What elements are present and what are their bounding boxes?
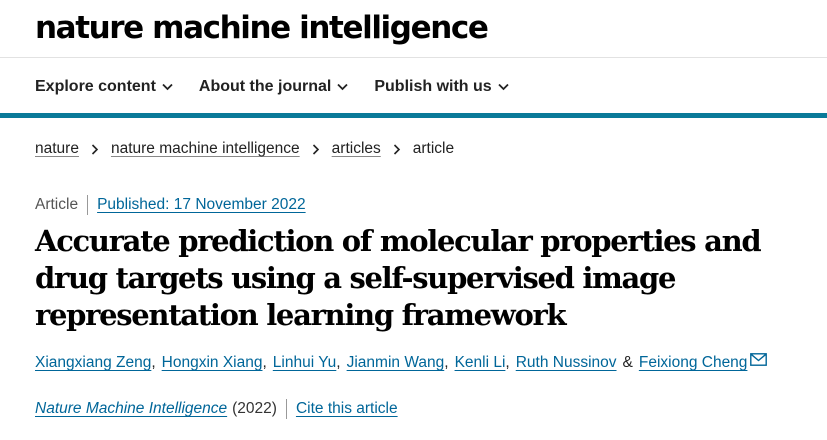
chevron-down-icon [337,83,348,91]
journal-link[interactable]: Nature Machine Intelligence [35,400,227,418]
author-link[interactable]: Xiangxiang Zeng [35,354,151,372]
site-logo[interactable]: nature machine intelligence [35,10,489,46]
published-date-link[interactable]: Published: 17 November 2022 [97,196,306,214]
author-separator: , [151,354,156,371]
author-link[interactable]: Jianmin Wang [347,354,445,372]
author-separator: , [444,354,449,371]
nav-explore-content[interactable]: Explore content [35,78,173,96]
nav-label: About the journal [198,78,332,95]
chevron-down-icon [162,83,173,91]
citation-line: Nature Machine Intelligence (2022) Cite … [35,399,398,419]
author-link-corresponding[interactable]: Feixiong Cheng [639,354,748,372]
author-separator: , [336,354,341,371]
header-divider [0,57,827,58]
breadcrumb: nature nature machine intelligence artic… [35,140,454,158]
author-list: Xiangxiang Zeng, Hongxin Xiang, Linhui Y… [35,352,768,372]
article-meta: Article Published: 17 November 2022 [35,195,306,215]
article-type: Article [35,196,79,213]
chevron-right-icon [393,143,400,155]
chevron-down-icon [498,83,509,91]
cite-this-article-link[interactable]: Cite this article [296,400,398,418]
author-separator: , [262,354,267,371]
author-link[interactable]: Ruth Nussinov [516,354,617,372]
author-ampersand: & [622,354,633,371]
breadcrumb-current: article [412,140,455,157]
chevron-right-icon [312,143,319,155]
breadcrumb-link-nature[interactable]: nature [35,140,79,158]
accent-bar [0,113,827,118]
publication-year: (2022) [232,400,277,417]
author-link[interactable]: Linhui Yu [273,354,337,372]
nav-publish-with-us[interactable]: Publish with us [374,78,509,96]
nav-label: Publish with us [374,78,492,95]
article-title: Accurate prediction of molecular propert… [35,224,762,332]
breadcrumb-link-journal[interactable]: nature machine intelligence [111,140,300,158]
nav-label: Explore content [35,78,156,95]
author-link[interactable]: Hongxin Xiang [162,354,263,372]
citation-divider [285,399,287,419]
author-separator: , [505,354,510,371]
envelope-icon[interactable] [750,352,768,366]
chevron-right-icon [91,143,99,155]
nav-about-journal[interactable]: About the journal [199,78,348,96]
breadcrumb-link-articles[interactable]: articles [332,140,381,158]
meta-divider [87,195,89,215]
main-nav: Explore content About the journal Publis… [35,76,535,98]
author-link[interactable]: Kenli Li [455,354,506,372]
